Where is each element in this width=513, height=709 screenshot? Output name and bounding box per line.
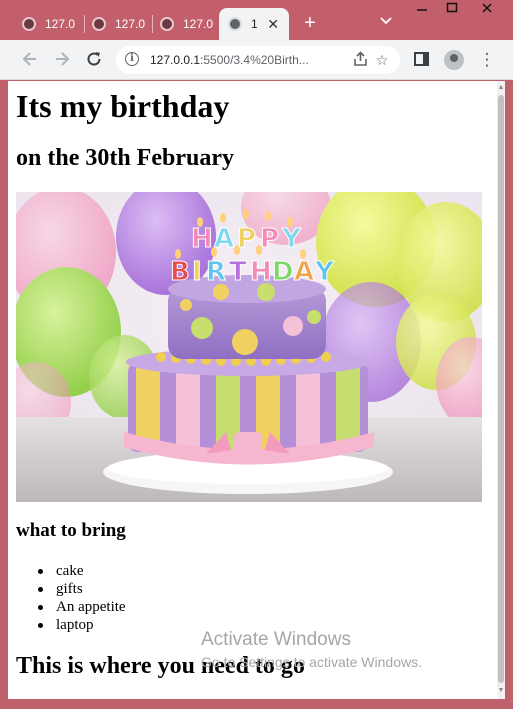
side-panel-icon[interactable] [414,52,429,66]
tab-2[interactable]: 127.0 [86,8,150,40]
svg-text:H: H [250,257,272,287]
kebab-menu-icon[interactable]: ⋮ [477,50,497,70]
back-arrow-icon[interactable] [20,50,40,70]
scroll-up-arrow-icon[interactable]: ▲ [497,83,505,93]
page-title: Its my birthday [16,88,230,124]
vertical-scrollbar[interactable]: ▲ ▼ [497,81,505,699]
svg-text:I: I [192,257,202,287]
bring-heading: what to bring [16,520,126,541]
tab-title: 127.0 [183,17,214,31]
close-icon[interactable] [472,0,502,22]
forward-arrow-icon[interactable] [52,50,72,70]
favicon-icon [160,17,174,31]
list-item: cake [16,562,126,580]
tab-divider [84,15,85,33]
maximize-icon[interactable] [437,0,467,22]
svg-text:A: A [294,257,314,287]
share-icon[interactable] [352,51,370,69]
browser-toolbar: i 127.0.0.1:5500/3.4%20Birth... ☆ ⋮ [0,40,513,80]
tab-active[interactable]: 1 ✕ [219,8,289,40]
tab-title: 1 [251,17,258,31]
svg-text:P: P [260,224,279,254]
birthday-cake-image: H A P P Y B I R T H D A Y [16,192,482,502]
bookmark-star-icon[interactable]: ☆ [373,51,391,69]
tab-title: 127.0 [115,17,146,31]
tab-close-icon[interactable]: ✕ [267,16,279,32]
favicon-icon [92,17,106,31]
tab-1[interactable]: 127.0 [14,8,80,40]
svg-text:B: B [170,257,190,287]
svg-text:D: D [272,257,294,287]
chevron-down-icon[interactable] [380,14,392,28]
tab-strip: 127.0 127.0 127.0 1 ✕ + [0,0,513,40]
svg-text:Y: Y [281,224,302,254]
favicon-icon [228,17,242,31]
list-item: An appetite [16,598,126,616]
tab-title: 127.0 [45,17,76,31]
svg-text:Y: Y [314,257,335,287]
activate-windows-subtitle: Go to Settings to activate Windows. [201,654,422,670]
reload-icon[interactable] [84,50,104,70]
url-text[interactable]: 127.0.0.1:5500/3.4%20Birth... [150,53,346,67]
svg-text:T: T [229,257,247,287]
list-item: gifts [16,580,126,598]
bring-list: cake gifts An appetite laptop [16,562,126,634]
tab-3[interactable]: 127.0 [154,8,218,40]
site-info-icon[interactable]: i [125,52,139,66]
url-host: 127.0.0.1 [150,53,201,67]
scroll-down-arrow-icon[interactable]: ▼ [497,686,505,696]
minimize-icon[interactable] [407,0,437,22]
activate-windows-title: Activate Windows [201,629,351,650]
svg-text:H: H [191,224,213,254]
address-bar[interactable]: i 127.0.0.1:5500/3.4%20Birth... ☆ [116,46,400,74]
svg-text:R: R [206,257,226,287]
scroll-thumb[interactable] [498,95,504,683]
list-item: laptop [16,616,126,634]
tab-divider [152,15,153,33]
profile-icon[interactable] [444,50,464,70]
favicon-icon [22,17,36,31]
svg-text:A: A [214,224,234,254]
plus-icon[interactable]: + [300,12,320,34]
page-viewport: Its my birthday on the 30th February H A… [8,81,505,699]
url-path: :5500/3.4%20Birth... [200,53,309,67]
page-subtitle: on the 30th February [16,145,234,171]
